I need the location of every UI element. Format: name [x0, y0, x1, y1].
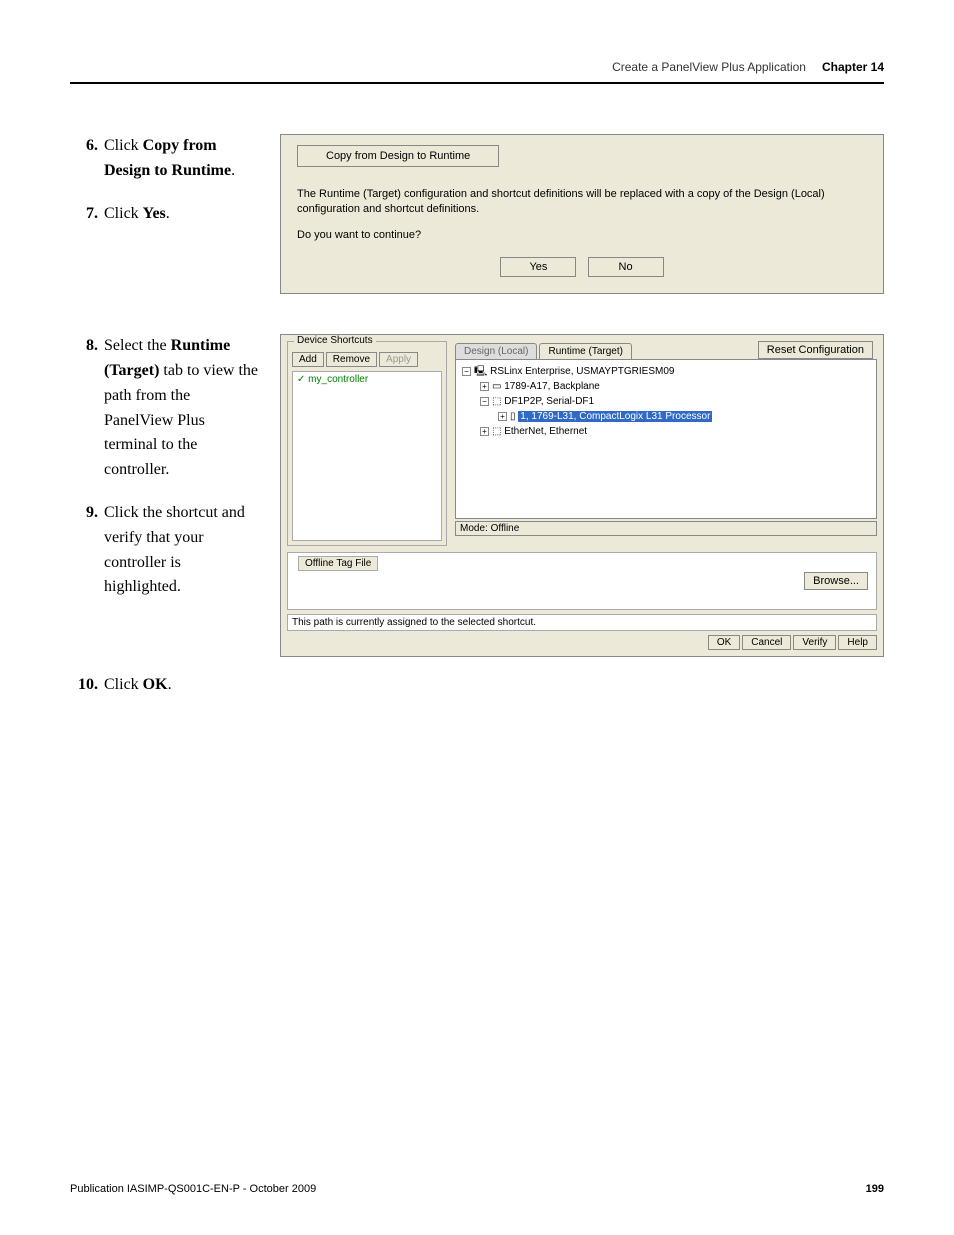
browse-button[interactable]: Browse...	[804, 572, 868, 590]
device-tree[interactable]: −🖳 RSLinx Enterprise, USMAYPTGRIESM09 +▭…	[455, 359, 877, 519]
page-footer: Publication IASIMP-QS001C-EN-P - October…	[70, 1183, 884, 1195]
mode-status: Mode: Offline	[455, 521, 877, 536]
publication-info: Publication IASIMP-QS001C-EN-P - October…	[70, 1183, 316, 1195]
offline-tag-file-label: Offline Tag File	[298, 556, 378, 571]
copy-design-runtime-button[interactable]: Copy from Design to Runtime	[297, 145, 499, 167]
breadcrumb: Create a PanelView Plus Application	[612, 60, 806, 74]
shortcut-config-dialog: Device Shortcuts Add Remove Apply ✓ my_c…	[280, 334, 884, 657]
remove-button[interactable]: Remove	[326, 352, 377, 367]
yes-button[interactable]: Yes	[500, 257, 576, 277]
page-number: 199	[866, 1183, 884, 1195]
step-8: 8. Select the Runtime (Target) tab to vi…	[70, 334, 260, 483]
step-7: 7. Click Yes.	[70, 202, 260, 227]
add-button[interactable]: Add	[292, 352, 324, 367]
page-header: Create a PanelView Plus Application Chap…	[70, 60, 884, 84]
device-shortcuts-panel: Device Shortcuts Add Remove Apply ✓ my_c…	[287, 341, 447, 546]
step-6: 6. Click Copy from Design to Runtime.	[70, 134, 260, 184]
tab-runtime-target[interactable]: Runtime (Target)	[539, 343, 631, 359]
step-10: 10. Click OK.	[70, 673, 260, 698]
reset-configuration-button[interactable]: Reset Configuration	[758, 341, 873, 359]
cancel-button[interactable]: Cancel	[742, 635, 791, 650]
step-9: 9. Click the shortcut and verify that yo…	[70, 501, 260, 600]
no-button[interactable]: No	[588, 257, 664, 277]
path-assignment-message: This path is currently assigned to the s…	[287, 614, 877, 631]
shortcut-list[interactable]: ✓ my_controller	[292, 371, 442, 541]
chapter-label: Chapter 14	[822, 60, 884, 74]
confirm-dialog: Copy from Design to Runtime The Runtime …	[280, 134, 884, 294]
help-button[interactable]: Help	[838, 635, 877, 650]
tab-design-local[interactable]: Design (Local)	[455, 343, 537, 359]
shortcut-item[interactable]: ✓ my_controller	[297, 374, 368, 385]
offline-tag-file-panel: Offline Tag File Browse...	[287, 552, 877, 610]
apply-button[interactable]: Apply	[379, 352, 418, 367]
selected-processor[interactable]: 1, 1769-L31, CompactLogix L31 Processor	[518, 411, 712, 422]
dialog-message-2: Do you want to continue?	[297, 228, 867, 243]
dialog-message-1: The Runtime (Target) configuration and s…	[297, 187, 867, 218]
shortcuts-legend: Device Shortcuts	[294, 335, 376, 346]
ok-button[interactable]: OK	[708, 635, 740, 650]
verify-button[interactable]: Verify	[793, 635, 836, 650]
